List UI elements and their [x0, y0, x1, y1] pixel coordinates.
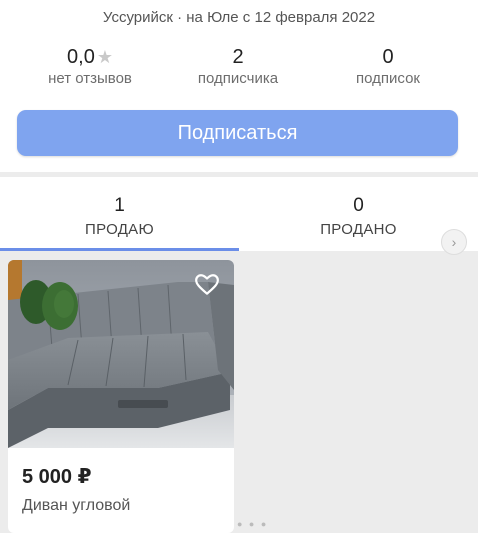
tab-selling-count: 1: [114, 195, 125, 216]
subscribe-button[interactable]: Подписаться: [17, 110, 458, 156]
star-icon: ★: [96, 47, 113, 67]
followers-label: подписчика: [197, 70, 279, 87]
tab-selling[interactable]: 1 ПРОДАЮ: [0, 177, 239, 251]
listing-tabs: 1 ПРОДАЮ 0 ПРОДАНО: [0, 177, 478, 251]
heart-icon[interactable]: [194, 272, 220, 298]
followers-value: 2: [232, 46, 244, 68]
stat-reviews[interactable]: 0,0 ★ нет отзывов: [30, 46, 150, 87]
profile-header: Уссурийск · на Юле с 12 февраля 2022 0,0…: [0, 0, 478, 172]
reviews-label: нет отзывов: [48, 70, 132, 87]
following-value: 0: [382, 46, 394, 68]
listing-title: Диван угловой: [22, 497, 131, 514]
active-tab-indicator: [0, 248, 239, 251]
location-since: Уссурийск · на Юле с 12 февраля 2022: [102, 9, 376, 26]
chevron-right-icon[interactable]: ›: [441, 229, 467, 255]
tab-sold-count: 0: [353, 195, 364, 216]
pagination-dots: ● ● ●: [237, 519, 269, 529]
following-label: подписок: [356, 70, 420, 87]
listing-card[interactable]: 5 000 ₽ Диван угловой: [8, 260, 234, 533]
stat-followers[interactable]: 2 подписчика: [178, 46, 298, 87]
listing-price: 5 000 ₽: [22, 466, 92, 488]
tab-selling-label: ПРОДАЮ: [85, 221, 154, 238]
stat-following[interactable]: 0 подписок: [328, 46, 448, 87]
reviews-value: 0,0: [67, 46, 95, 68]
